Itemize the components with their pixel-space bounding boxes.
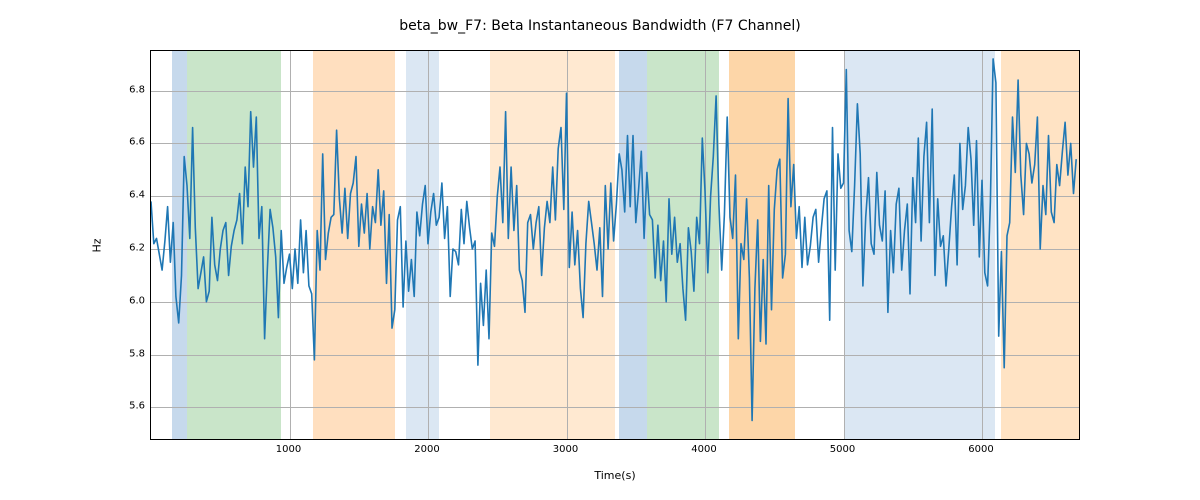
y-tick: 6.8 — [115, 84, 145, 95]
y-tick: 6.0 — [115, 295, 145, 306]
x-tick: 2000 — [414, 444, 439, 455]
y-tick: 6.2 — [115, 242, 145, 253]
line-series — [151, 51, 1079, 439]
y-tick: 5.6 — [115, 401, 145, 412]
plot-area — [150, 50, 1080, 440]
x-tick: 3000 — [553, 444, 578, 455]
x-tick: 6000 — [968, 444, 993, 455]
x-tick: 5000 — [830, 444, 855, 455]
y-tick: 6.4 — [115, 190, 145, 201]
x-axis-label: Time(s) — [150, 469, 1080, 482]
y-axis-label: Hz — [90, 50, 104, 440]
x-tick: 1000 — [276, 444, 301, 455]
y-tick: 6.6 — [115, 137, 145, 148]
chart-title: beta_bw_F7: Beta Instantaneous Bandwidth… — [0, 18, 1200, 34]
x-tick: 4000 — [691, 444, 716, 455]
y-tick: 5.8 — [115, 348, 145, 359]
figure: beta_bw_F7: Beta Instantaneous Bandwidth… — [0, 0, 1200, 500]
